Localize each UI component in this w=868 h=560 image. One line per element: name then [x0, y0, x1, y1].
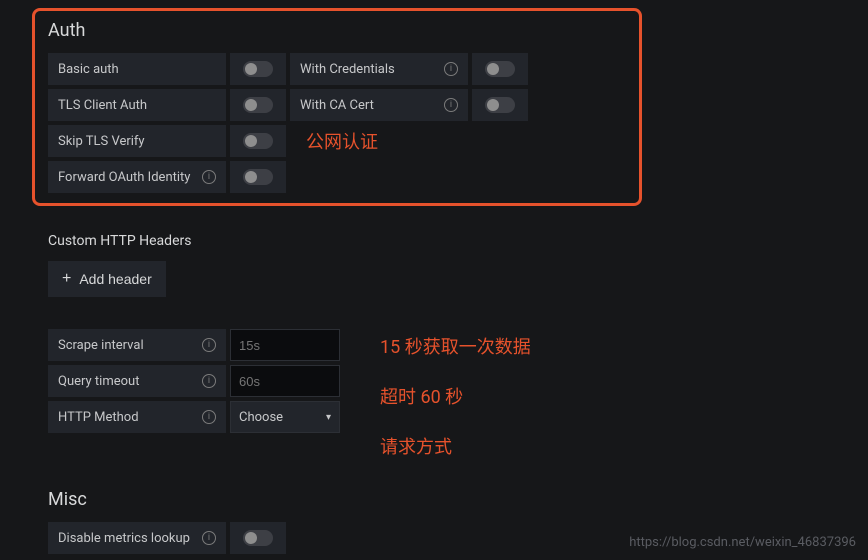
auth-highlight-box — [32, 8, 642, 206]
http-method-label: HTTP Method i — [48, 401, 226, 433]
disable-metrics-toggle[interactable] — [243, 530, 273, 546]
watermark: https://blog.csdn.net/weixin_46837396 — [629, 535, 856, 550]
misc-section-title: Misc — [48, 489, 820, 510]
scrape-interval-input[interactable] — [230, 329, 340, 361]
http-method-select[interactable]: Choose ▾ — [230, 401, 340, 433]
basic-auth-toggle[interactable] — [243, 61, 273, 77]
with-ca-cert-toggle[interactable] — [485, 97, 515, 113]
plus-icon: + — [62, 270, 71, 288]
forward-oauth-toggle[interactable] — [243, 169, 273, 185]
with-credentials-toggle[interactable] — [485, 61, 515, 77]
query-timeout-annotation: 超时 60 秒 — [380, 383, 531, 409]
tls-client-auth-toggle[interactable] — [243, 97, 273, 113]
add-header-button[interactable]: + Add header — [48, 261, 166, 297]
query-settings-section: Scrape interval i Query timeout i HTTP M… — [48, 329, 820, 459]
scrape-interval-label: Scrape interval i — [48, 329, 226, 361]
info-icon[interactable]: i — [202, 410, 216, 424]
skip-tls-verify-toggle[interactable] — [243, 133, 273, 149]
info-icon[interactable]: i — [202, 338, 216, 352]
custom-headers-title: Custom HTTP Headers — [48, 233, 820, 249]
chevron-down-icon: ▾ — [326, 412, 331, 423]
info-icon[interactable]: i — [202, 531, 216, 545]
custom-headers-section: Custom HTTP Headers + Add header — [48, 233, 820, 297]
http-method-annotation: 请求方式 — [380, 433, 531, 459]
query-timeout-label: Query timeout i — [48, 365, 226, 397]
disable-metrics-label: Disable metrics lookup i — [48, 522, 226, 554]
add-header-label: Add header — [79, 271, 151, 287]
http-method-value: Choose — [239, 410, 283, 425]
scrape-interval-annotation: 15 秒获取一次数据 — [380, 333, 531, 359]
query-timeout-input[interactable] — [230, 365, 340, 397]
info-icon[interactable]: i — [202, 374, 216, 388]
